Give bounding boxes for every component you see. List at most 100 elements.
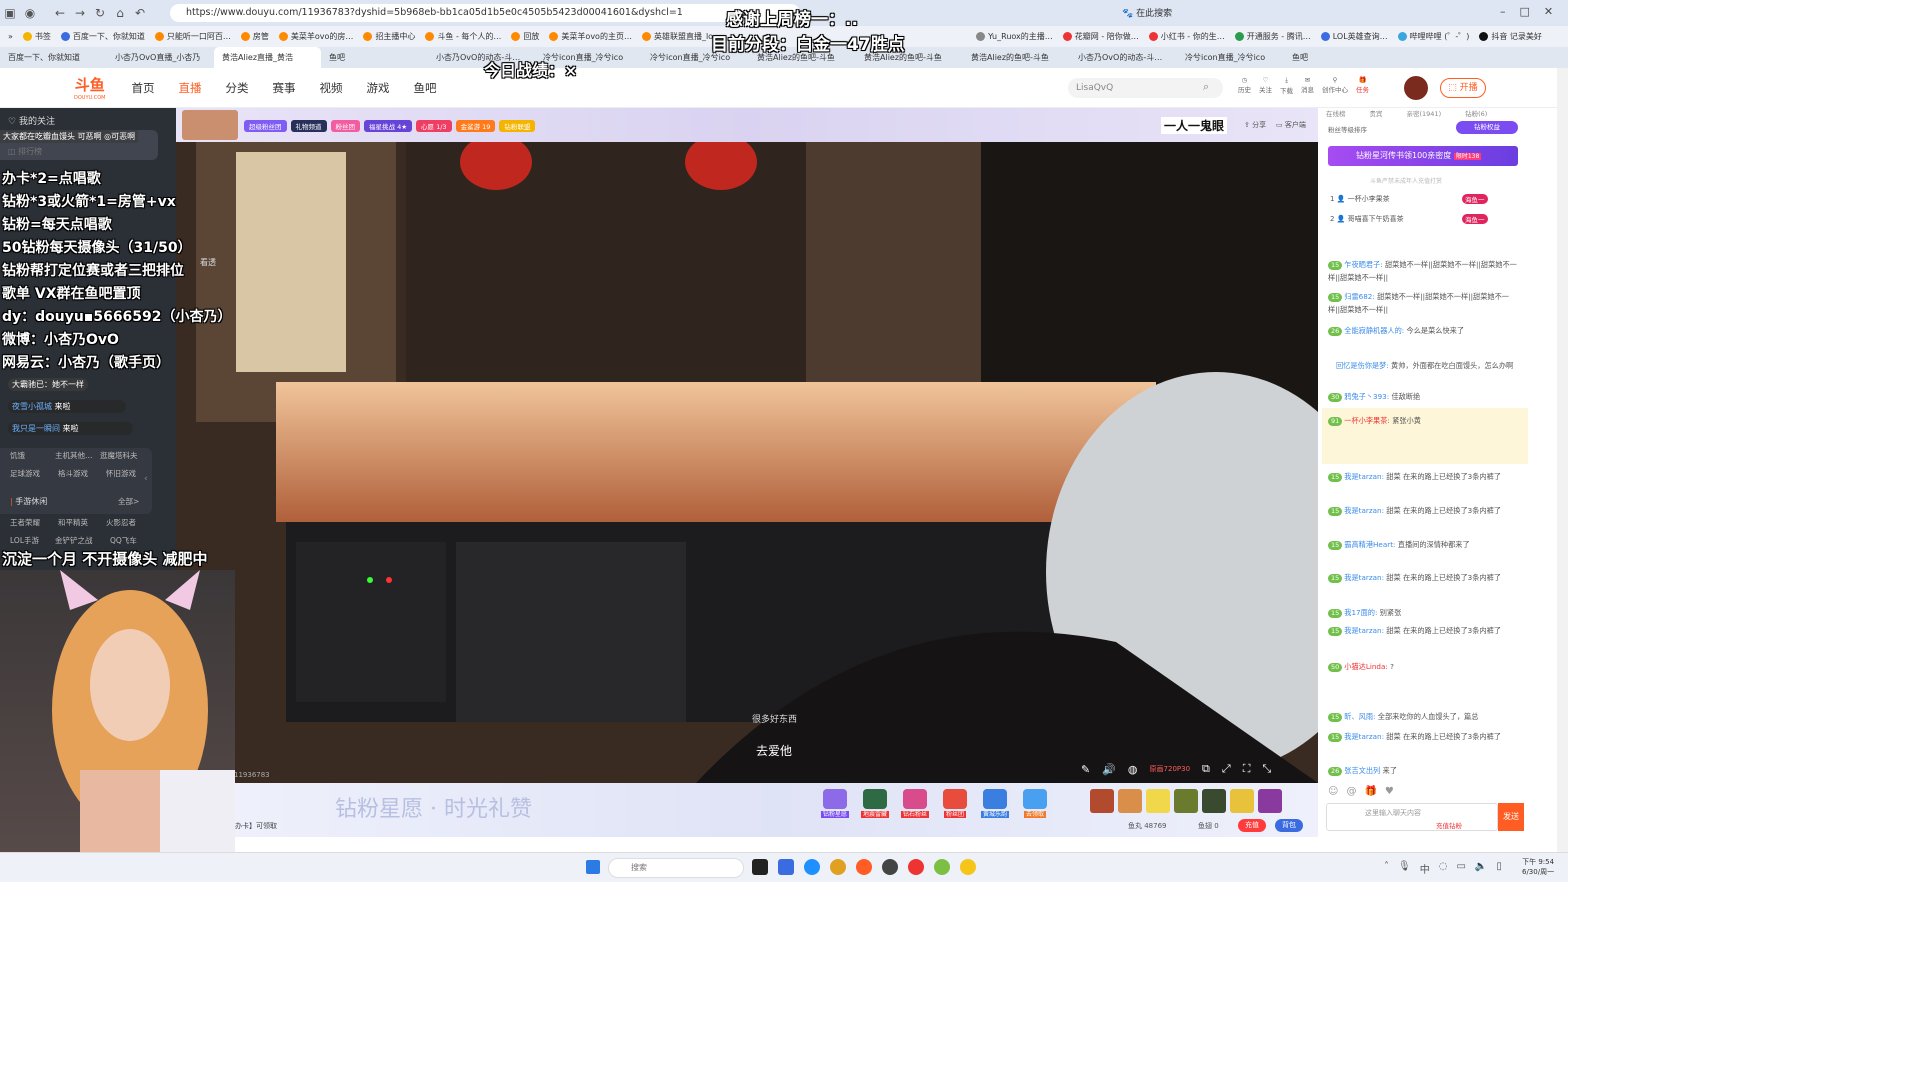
forward-icon[interactable]: → xyxy=(70,3,90,23)
gift-4[interactable]: 黄城乐韵 xyxy=(978,789,1012,818)
pip-icon[interactable]: ⧉ xyxy=(1202,762,1210,776)
gift-item-icon[interactable] xyxy=(1090,789,1114,813)
bookmark-11[interactable]: Yu_Ruox的主播… xyxy=(976,31,1053,42)
gift-item-icon[interactable] xyxy=(1258,789,1282,813)
user-avatar[interactable] xyxy=(1404,76,1428,100)
start-icon[interactable] xyxy=(586,860,600,874)
bookmark-14[interactable]: 开通服务 - 腾讯… xyxy=(1234,31,1311,42)
gift-1[interactable]: 地震雷藏 xyxy=(858,789,892,818)
app-icon[interactable] xyxy=(856,859,872,875)
bookmark-12[interactable]: 花瓣网 - 陪你做… xyxy=(1062,31,1139,42)
nav-fishbar[interactable]: 鱼吧 xyxy=(414,80,437,96)
bookmark-7[interactable]: 回放 xyxy=(511,31,539,42)
badge-challenge[interactable]: 福星挑战 4★ xyxy=(364,120,413,132)
rank-row-2[interactable]: 2 👤 哥喵喜下午奶喜茶 xyxy=(1330,214,1404,224)
browser-tab-2[interactable]: 黄浩Aliez直播_黄浩 xyxy=(214,47,321,68)
gift-item-icon[interactable] xyxy=(1202,789,1226,813)
nav-category[interactable]: 分类 xyxy=(226,80,249,96)
bookmark-13[interactable]: 小红书 - 你的生… xyxy=(1148,31,1225,42)
diamond-privilege-button[interactable]: 钻粉权益 xyxy=(1456,121,1518,134)
badge-wish[interactable]: 心愿 1/3 xyxy=(416,120,452,132)
badge-diamond-alliance[interactable]: 钻粉联盟 xyxy=(499,120,536,132)
profile-icon[interactable]: ◉ xyxy=(20,3,40,23)
bookmark-3[interactable]: 房管 xyxy=(240,31,269,42)
bookmark-2[interactable]: 只能听一口阿百… xyxy=(154,31,231,42)
cat-3[interactable]: 逛魔塔科夫 xyxy=(100,450,138,461)
tab-online-rank[interactable]: 在线榜 xyxy=(1326,108,1346,118)
battery-icon[interactable]: ▯ xyxy=(1496,861,1502,876)
badge-super-fans[interactable]: 超级粉丝团 xyxy=(244,120,287,132)
tab-diamond[interactable]: 钻粉(6) xyxy=(1465,108,1487,118)
input-method-icon[interactable]: 中 xyxy=(1420,861,1430,876)
mobile-game-2[interactable]: 和平精英 xyxy=(58,517,88,528)
gift-3[interactable]: 粉丝团 xyxy=(938,789,972,818)
history-button[interactable]: ◷ 历史 xyxy=(1238,76,1251,95)
rank-list[interactable]: ◫ 排行榜 xyxy=(8,146,42,157)
app-icon[interactable] xyxy=(960,859,976,875)
volume-icon[interactable]: 🔊 xyxy=(1102,763,1116,776)
emoji-icon[interactable]: ☺ xyxy=(1328,786,1338,797)
cat-6[interactable]: 怀旧游戏 xyxy=(106,468,136,479)
bookmark-6[interactable]: 斗鱼 - 每个人的… xyxy=(425,31,501,42)
mic-icon[interactable]: 🎙 xyxy=(1398,861,1411,876)
bookmark-8[interactable]: 美菜羊ovo的主页… xyxy=(549,31,632,42)
promo-banner[interactable]: 钻粉星河传书领100亲密度 限时138 xyxy=(1328,146,1518,166)
taskbar-search[interactable]: 搜索 xyxy=(608,858,744,878)
bookmark-17[interactable]: 抖音 记录美好 xyxy=(1479,31,1542,42)
app-icon[interactable] xyxy=(752,859,768,875)
share-button[interactable]: ⇪ 分享 xyxy=(1244,120,1266,130)
back-icon[interactable]: ← xyxy=(50,3,70,23)
app-icon[interactable] xyxy=(882,859,898,875)
mobile-game-4[interactable]: LOL手游 xyxy=(10,535,39,546)
follow-button[interactable]: ♡ 关注 xyxy=(1259,76,1272,95)
nav-live[interactable]: 直播 xyxy=(179,80,202,96)
mobile-games-more[interactable]: 全部> xyxy=(118,496,139,507)
cat-2[interactable]: 主机其他… xyxy=(55,450,93,461)
badge-gift-channel[interactable]: 礼物频道 xyxy=(290,120,327,132)
danmaku-toggle-icon[interactable]: ◍ xyxy=(1128,763,1138,776)
app-icon[interactable] xyxy=(908,859,924,875)
window-controls[interactable]: –□✕ xyxy=(1500,5,1567,18)
nav-video[interactable]: 视频 xyxy=(320,80,343,96)
mobile-game-3[interactable]: 火影忍者 xyxy=(106,517,136,528)
theater-icon[interactable]: ⤢ xyxy=(1222,762,1231,776)
monitor-icon[interactable]: ▭ xyxy=(1456,861,1465,876)
nav-home[interactable]: 首页 xyxy=(132,80,155,96)
bookmark-1[interactable]: 百度一下、你就知道 xyxy=(60,31,145,42)
cat-1[interactable]: 饥饿 xyxy=(10,450,25,461)
bookmark-0[interactable]: 书签 xyxy=(22,31,51,42)
fan-rank-sort[interactable]: 粉丝等级排序 xyxy=(1328,124,1367,134)
fan-icon[interactable]: ♥ xyxy=(1385,786,1394,797)
task-button[interactable]: 🎁 任务 xyxy=(1356,76,1369,95)
badge-gold-shark[interactable]: 金鲨游 19 xyxy=(455,120,496,132)
anchor-avatar[interactable] xyxy=(182,110,238,140)
webfullscreen-icon[interactable]: ⛶ xyxy=(1243,762,1251,776)
recharge-button[interactable]: 充值 xyxy=(1238,819,1266,832)
bookmark-16[interactable]: 哔哩哔哩 (゜-゜) xyxy=(1397,31,1469,42)
gift-item-icon[interactable] xyxy=(1146,789,1170,813)
speaker-icon[interactable]: 🔈 xyxy=(1475,861,1487,876)
browser-tab-11[interactable]: 冷兮icon直播_冷兮ico xyxy=(1177,47,1284,68)
gift-icon[interactable]: 🎁 xyxy=(1364,786,1376,797)
danmaku-edit-icon[interactable]: ✎ xyxy=(1081,763,1090,776)
search-icon[interactable]: ⌕ xyxy=(1203,80,1209,94)
bookmark-4[interactable]: 美菜羊ovo的房… xyxy=(278,31,353,42)
backpack-button[interactable]: 背包 xyxy=(1275,819,1303,832)
reload-icon[interactable]: ↻ xyxy=(90,3,110,23)
fullscreen-icon[interactable]: ⤡ xyxy=(1262,762,1271,776)
browser-tab-12[interactable]: 鱼吧 xyxy=(1284,47,1391,68)
chat-input[interactable]: 这里输入聊天内容 xyxy=(1326,803,1498,831)
wifi-icon[interactable]: ◌ xyxy=(1439,861,1448,876)
gift-item-icon[interactable] xyxy=(1118,789,1142,813)
tab-intimacy[interactable]: 亲密(1941) xyxy=(1407,108,1442,118)
nav-games[interactable]: 游戏 xyxy=(367,80,390,96)
site-search-input[interactable]: LisaQvQ xyxy=(1068,78,1223,98)
browser-tab-0[interactable]: 百度一下、你就知道 xyxy=(0,47,107,68)
gift-item-icon[interactable] xyxy=(1230,789,1254,813)
address-bar[interactable]: https://www.douyu.com/11936783?dyshid=5b… xyxy=(170,4,800,22)
mobile-game-5[interactable]: 金铲铲之战 xyxy=(55,535,93,546)
browser-search-button[interactable]: 🐾 在此搜索 xyxy=(1122,6,1172,19)
browser-tab-9[interactable]: 黄浩Aliez的鱼吧-斗鱼 xyxy=(963,47,1070,68)
mobile-game-6[interactable]: QQ飞车 xyxy=(110,535,137,546)
douyu-logo[interactable]: 斗鱼 DOUYU.COM xyxy=(74,74,106,101)
